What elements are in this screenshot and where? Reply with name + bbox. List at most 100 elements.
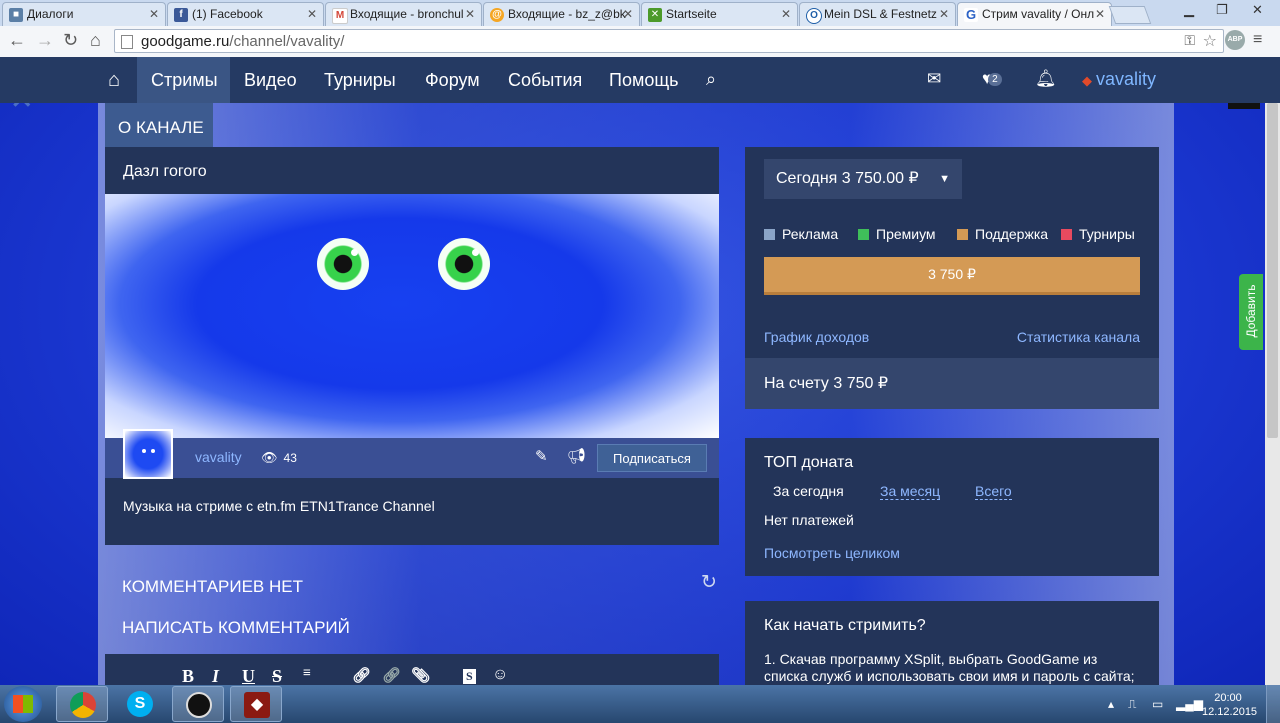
- refresh-icon[interactable]: ↻: [701, 571, 717, 594]
- clock-time: 20:00: [1214, 692, 1242, 704]
- how-to-stream-card: Как начать стримить? 1. Скачав программу…: [745, 601, 1159, 685]
- tab-today[interactable]: За сегодня: [773, 483, 844, 499]
- close-icon[interactable]: ✕: [781, 7, 791, 21]
- tab-title: Mein DSL & Festnetz: [824, 7, 937, 21]
- browser-tab-active[interactable]: G Стрим vavality / Онл ✕: [957, 2, 1112, 27]
- tab-all[interactable]: Всего: [975, 483, 1012, 500]
- nav-streams[interactable]: Стримы: [137, 57, 230, 103]
- balance: На счету 3 750 ₽: [745, 358, 1159, 409]
- close-icon[interactable]: ✕: [149, 7, 159, 21]
- income-chart-link[interactable]: График доходов: [764, 329, 869, 345]
- start-button[interactable]: [4, 686, 42, 722]
- startseite-icon: ✕: [648, 8, 662, 22]
- tab-month[interactable]: За месяц: [880, 483, 941, 500]
- nav-tournaments[interactable]: Турниры: [310, 57, 410, 103]
- home-icon[interactable]: ⌂: [90, 30, 101, 51]
- window-close-icon[interactable]: ✕: [1252, 2, 1263, 18]
- browser-tab-bar: ■ Диалоги ✕ f (1) Facebook ✕ M Входящие …: [0, 0, 1280, 27]
- legend-support: Поддержка: [957, 226, 1048, 242]
- back-icon[interactable]: ←: [8, 30, 26, 51]
- taskbar-obs[interactable]: [172, 686, 224, 722]
- dota-icon: ◆: [1082, 73, 1092, 88]
- address-bar[interactable]: goodgame.ru/channel/vavality/ ⚿ ☆: [114, 29, 1224, 53]
- bell-icon[interactable]: 🔔︎: [1035, 69, 1057, 89]
- maximize-icon[interactable]: ❐: [1216, 2, 1228, 18]
- italic-button[interactable]: I: [212, 666, 219, 685]
- taskbar-skype[interactable]: S: [114, 686, 166, 722]
- scrollbar[interactable]: ▲: [1265, 103, 1280, 685]
- tab-title: (1) Facebook: [192, 7, 263, 21]
- nav-video[interactable]: Видео: [230, 57, 311, 103]
- clock[interactable]: 20:00 12.12.2015: [1202, 691, 1257, 719]
- hr-icon[interactable]: ≡: [303, 666, 311, 682]
- tray-monitor-icon[interactable]: ▭: [1152, 697, 1163, 711]
- view-all-link[interactable]: Посмотреть целиком: [764, 545, 900, 561]
- period-select-label: Сегодня 3 750.00 ₽: [776, 170, 919, 187]
- browser-tab[interactable]: @ Входящие - bz_z@bk ✕: [483, 2, 640, 26]
- mail-icon[interactable]: ✉: [927, 69, 941, 89]
- taskbar-dota[interactable]: ◆: [230, 686, 282, 722]
- notifications-icon[interactable]: ♥2: [982, 69, 1002, 89]
- channel-stats-link[interactable]: Статистика канала: [1017, 329, 1140, 345]
- key-icon[interactable]: ⚿: [1184, 32, 1195, 49]
- megaphone-icon[interactable]: 📢︎: [567, 447, 586, 465]
- unlink-icon[interactable]: 🔗︎: [382, 666, 401, 685]
- user-menu[interactable]: ◆ vavality: [1082, 69, 1156, 90]
- browser-tab[interactable]: M Входящие - bronchul ✕: [325, 2, 482, 26]
- tab-title: Startseite: [666, 7, 717, 21]
- chevron-down-icon: ▼: [939, 173, 950, 185]
- subscribe-button[interactable]: Подписаться: [597, 444, 707, 472]
- nav-events[interactable]: События: [494, 57, 596, 103]
- close-icon[interactable]: ✕: [465, 7, 475, 21]
- browser-tab[interactable]: ■ Диалоги ✕: [2, 2, 166, 26]
- tray-signal-icon[interactable]: ▂▄▆: [1176, 697, 1203, 711]
- close-icon[interactable]: ✕: [939, 7, 949, 21]
- new-tab-button[interactable]: [1108, 6, 1152, 24]
- browser-menu-icon[interactable]: ≡: [1253, 31, 1262, 49]
- underline-button[interactable]: U: [242, 666, 255, 685]
- tab-title: Входящие - bz_z@bk: [508, 7, 626, 21]
- browser-tab[interactable]: f (1) Facebook ✕: [167, 2, 324, 26]
- avatar[interactable]: [123, 429, 173, 479]
- donations-card: Сегодня 3 750.00 ₽ ▼ Реклама Премиум Под…: [745, 147, 1159, 409]
- about-channel-tab[interactable]: О КАНАЛЕ: [105, 103, 213, 147]
- adblock-icon[interactable]: ABP: [1225, 30, 1245, 50]
- tray-network-icon[interactable]: ⎍: [1128, 697, 1136, 712]
- close-icon[interactable]: ✕: [623, 7, 633, 21]
- url-text[interactable]: goodgame.ru/channel/vavality/: [141, 33, 344, 50]
- chevron-up-icon[interactable]: ⌃: [5, 103, 55, 133]
- how-to-title: Как начать стримить?: [764, 617, 926, 634]
- tray-expand-icon[interactable]: ▴: [1108, 697, 1114, 711]
- how-to-text: 1. Скачав программу XSplit, выбрать Good…: [764, 651, 1135, 684]
- link-icon[interactable]: 🔗︎: [352, 666, 371, 685]
- close-icon[interactable]: ✕: [1095, 7, 1105, 21]
- bookmark-star-icon[interactable]: ☆: [1203, 31, 1217, 51]
- reload-icon[interactable]: ↻: [63, 30, 78, 51]
- taskbar-chrome[interactable]: [56, 686, 108, 722]
- scrollbar-thumb[interactable]: [1267, 103, 1278, 438]
- nav-forum[interactable]: Форум: [411, 57, 494, 103]
- tab-title: Диалоги: [27, 7, 74, 21]
- strike-button[interactable]: S: [272, 666, 282, 685]
- browser-tab[interactable]: ✕ Startseite ✕: [641, 2, 798, 26]
- channel-username[interactable]: vavality: [195, 449, 242, 465]
- edit-icon[interactable]: ✎: [535, 447, 548, 465]
- add-sidebar-button[interactable]: Добавить: [1239, 274, 1263, 350]
- legend-premium: Премиум: [858, 226, 936, 242]
- search-icon[interactable]: ⌕: [706, 69, 716, 90]
- browser-tab[interactable]: O Mein DSL & Festnetz ✕: [799, 2, 956, 26]
- goodgame-icon: G: [964, 7, 978, 22]
- nav-help[interactable]: Помощь: [595, 57, 693, 103]
- close-icon[interactable]: ✕: [307, 7, 317, 21]
- forward-icon[interactable]: →: [36, 30, 54, 51]
- period-select[interactable]: Сегодня 3 750.00 ₽ ▼: [764, 159, 962, 199]
- attach-icon[interactable]: 📎︎: [411, 666, 430, 685]
- bold-button[interactable]: B: [182, 666, 194, 685]
- show-desktop-button[interactable]: [1266, 685, 1280, 723]
- browser-toolbar: ← → ↻ ⌂ goodgame.ru/channel/vavality/ ⚿ …: [0, 26, 1280, 58]
- channel-description: Музыка на стриме с etn.fm ETN1Trance Cha…: [123, 498, 435, 514]
- spoiler-icon[interactable]: S: [463, 669, 476, 684]
- minimize-icon[interactable]: ▁: [1184, 2, 1194, 18]
- smiley-icon[interactable]: ☺: [492, 666, 508, 684]
- home-nav-icon[interactable]: ⌂: [94, 57, 134, 103]
